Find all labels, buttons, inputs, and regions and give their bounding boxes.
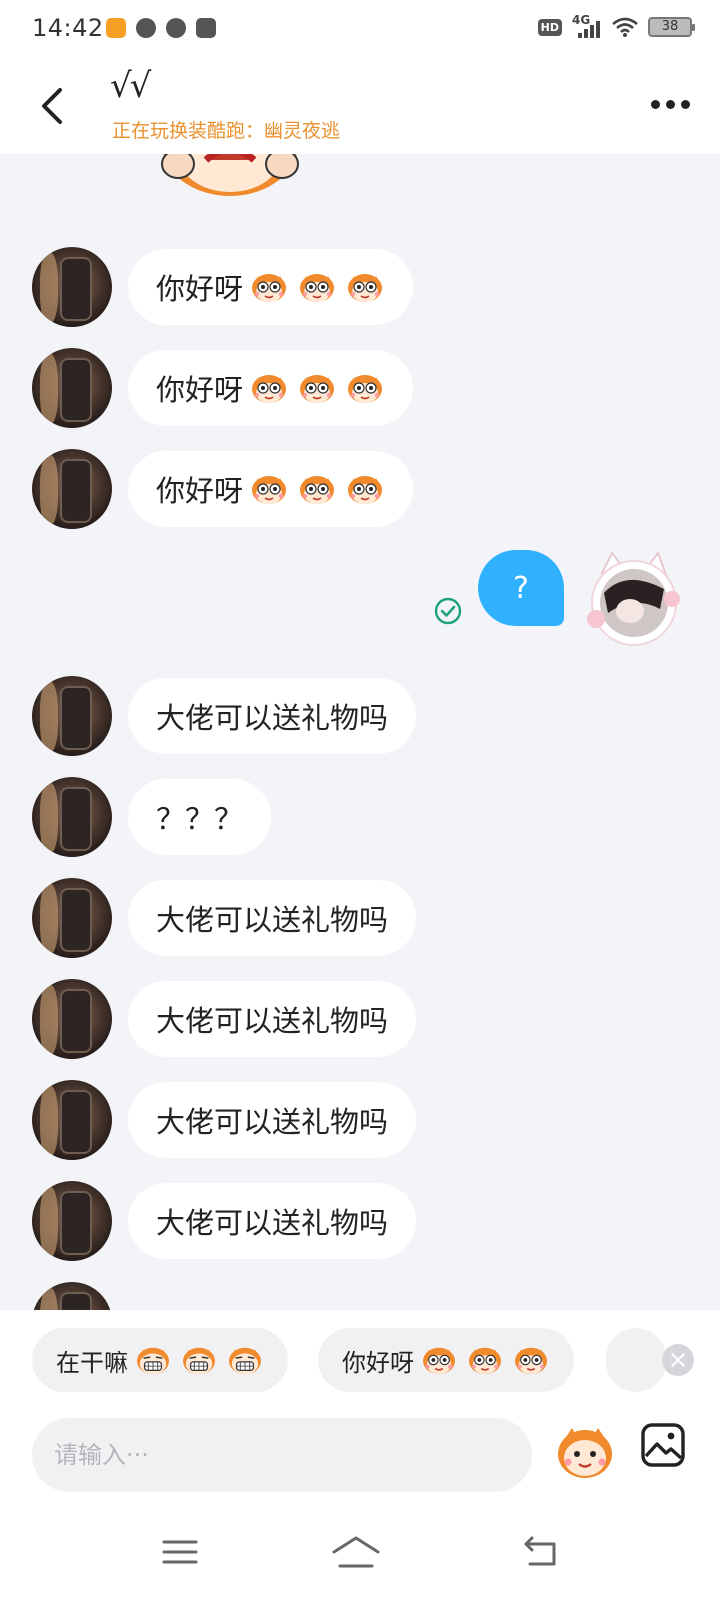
grinning-monkey-emoji-icon: [180, 1344, 218, 1376]
chat-message-list[interactable]: 你好呀 你好呀 你好呀 ? 大佬可以送礼物吗 ？？？ 大佬可以送礼物吗 大佬可以…: [0, 154, 720, 1310]
video-app-icon: [196, 18, 216, 38]
quick-reply-bar: 在干嘛 你好呀: [0, 1310, 720, 1406]
monkey-emoji-icon: [297, 270, 337, 304]
system-nav-bar: [0, 1516, 720, 1600]
crying-monkey-sticker: [161, 154, 299, 196]
message-bubble[interactable]: 大佬可以送礼物吗: [128, 1183, 417, 1259]
quick-reply-text: 你好呀: [342, 1348, 414, 1377]
signal-icon: 4G: [572, 13, 602, 38]
message-row: 你好呀: [0, 247, 720, 327]
contact-avatar[interactable]: [32, 348, 112, 428]
close-icon[interactable]: [662, 1344, 694, 1376]
hd-icon: HD: [537, 18, 562, 36]
233-app-icon: [106, 18, 126, 38]
message-bubble[interactable]: 你好呀: [128, 451, 414, 527]
message-row: 你好呀: [0, 449, 720, 529]
emoji-group: [134, 1344, 264, 1376]
message-bubble[interactable]: 大佬可以送礼物吗: [128, 981, 417, 1057]
message-row: 大佬可以送礼物吗: [0, 1080, 720, 1160]
emoji-group: [249, 371, 385, 405]
chat-header: √√ 正在玩换装酷跑：幽灵夜逃: [0, 56, 720, 154]
quick-reply-chip[interactable]: 你好呀: [318, 1328, 574, 1392]
monkey-emoji-icon: [249, 371, 289, 405]
message-bubble[interactable]: 大佬可以送礼物吗: [128, 880, 417, 956]
message-bubble[interactable]: ？？？: [128, 779, 272, 855]
contact-avatar[interactable]: [32, 979, 112, 1059]
contact-avatar[interactable]: [32, 1282, 112, 1310]
message-row: 大佬可以送礼物吗: [0, 979, 720, 1059]
message-text: 你好呀: [156, 373, 244, 407]
contact-avatar[interactable]: [32, 1181, 112, 1261]
message-row: ？？？: [0, 777, 720, 857]
contact-avatar[interactable]: [32, 878, 112, 958]
back-nav-icon[interactable]: [518, 1532, 562, 1572]
quick-reply-text: 在干嘛: [56, 1348, 128, 1377]
message-row: 大佬可以送礼物吗: [0, 878, 720, 958]
message-row: 大佬可以送礼物吗: [0, 676, 720, 756]
quick-reply-chip[interactable]: 在干嘛: [32, 1328, 288, 1392]
status-time: 14:42: [32, 14, 104, 42]
message-bubble[interactable]: 大佬可以送礼物吗: [128, 1082, 417, 1158]
emoji-group: [249, 270, 385, 304]
emoji-button-icon[interactable]: [554, 1420, 616, 1482]
monkey-emoji-icon: [466, 1344, 504, 1376]
message-bubble[interactable]: 你好呀: [128, 350, 414, 426]
contact-avatar[interactable]: [32, 1080, 112, 1160]
monkey-emoji-icon: [249, 472, 289, 506]
link-app-icon: [136, 18, 156, 38]
contact-status: 正在玩换装酷跑：幽灵夜逃: [112, 120, 341, 142]
message-text: 大佬可以送礼物吗: [156, 903, 389, 937]
battery-icon: 38: [648, 17, 695, 37]
contact-avatar[interactable]: [32, 247, 112, 327]
read-check-icon: [434, 597, 462, 625]
emoji-group: [249, 472, 385, 506]
grinning-monkey-emoji-icon: [226, 1344, 264, 1376]
wifi-icon: [612, 17, 638, 37]
quick-reply-chip-partial[interactable]: [606, 1328, 666, 1392]
message-text: 大佬可以送礼物吗: [156, 1105, 389, 1139]
emoji-group: [420, 1344, 550, 1376]
message-text: 大佬可以送礼物吗: [156, 701, 389, 735]
network-type: 4G: [572, 13, 591, 27]
self-message-bubble[interactable]: ?: [478, 550, 564, 626]
home-icon[interactable]: [330, 1532, 382, 1572]
monkey-emoji-icon: [512, 1344, 550, 1376]
message-text: ?: [513, 570, 529, 606]
message-text: 大佬可以送礼物吗: [156, 1206, 389, 1240]
message-bubble[interactable]: 你好呀: [128, 249, 414, 325]
message-bubble[interactable]: 大佬可以送礼物吗: [128, 678, 417, 754]
input-bar: [0, 1406, 720, 1516]
message-text: 你好呀: [156, 474, 244, 508]
monkey-emoji-icon: [345, 371, 385, 405]
grinning-monkey-emoji-icon: [134, 1344, 172, 1376]
message-text: 大佬可以送礼物吗: [156, 1004, 389, 1038]
message-text: ？？？: [156, 802, 244, 836]
monkey-emoji-icon: [345, 472, 385, 506]
status-bar: 14:42 HD 4G 38: [0, 0, 720, 56]
contact-avatar[interactable]: [32, 777, 112, 857]
message-input[interactable]: [32, 1418, 532, 1492]
contact-avatar[interactable]: [32, 676, 112, 756]
monkey-emoji-icon: [249, 270, 289, 304]
monkey-emoji-icon: [345, 270, 385, 304]
message-row: 你好呀: [0, 348, 720, 428]
monkey-emoji-icon: [420, 1344, 458, 1376]
message-text: 你好呀: [156, 272, 244, 306]
self-avatar[interactable]: [586, 549, 682, 649]
wechat-icon: [166, 18, 186, 38]
contact-avatar[interactable]: [32, 449, 112, 529]
more-options-icon[interactable]: [651, 100, 690, 109]
contact-name: √√: [110, 66, 151, 106]
message-row: 大佬可以送礼物吗: [0, 1181, 720, 1261]
monkey-emoji-icon: [297, 472, 337, 506]
image-picker-icon[interactable]: [640, 1422, 686, 1468]
back-arrow-icon[interactable]: [36, 86, 70, 126]
menu-icon[interactable]: [158, 1532, 202, 1572]
monkey-emoji-icon: [297, 371, 337, 405]
